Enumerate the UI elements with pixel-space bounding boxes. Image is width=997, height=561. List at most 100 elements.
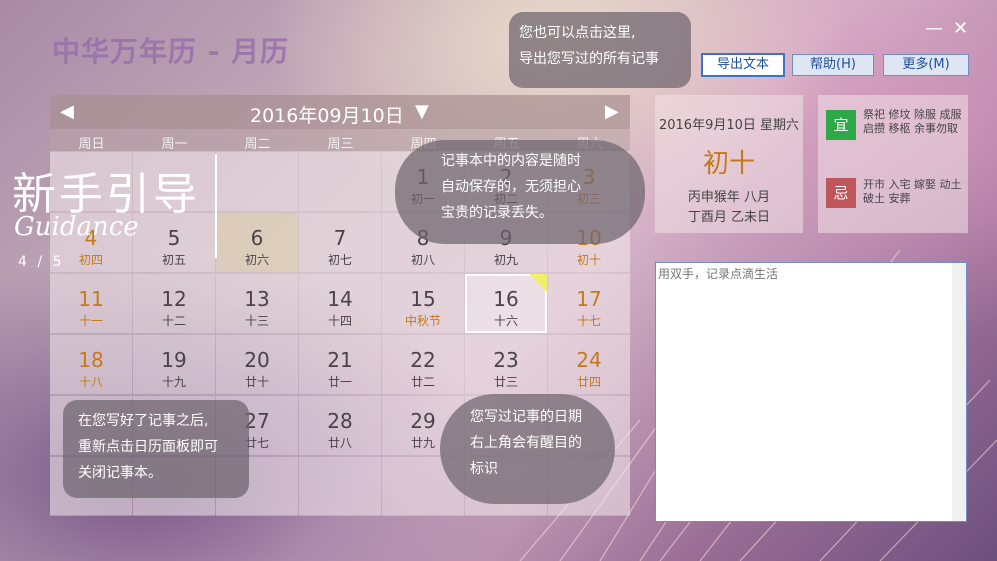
ganzhi-year: 丙申猴年 八月 <box>687 190 771 205</box>
day-cell[interactable] <box>216 152 298 211</box>
close-button[interactable]: ✕ <box>953 18 968 39</box>
day-number: 28 <box>327 409 353 433</box>
lunar-label: 十七 <box>576 314 601 328</box>
next-month-icon[interactable]: ▶ <box>605 101 619 122</box>
day-number: 23 <box>493 348 519 372</box>
day-cell[interactable]: 24 廿四 <box>548 335 630 394</box>
day-number: 11 <box>78 287 104 311</box>
tip-export: 您也可以点击这里, 导出您写过的所有记事 <box>509 12 691 88</box>
day-cell[interactable]: 20 廿十 <box>216 335 298 394</box>
notepad[interactable] <box>655 262 967 522</box>
day-number: 15 <box>410 287 436 311</box>
day-number: 24 <box>576 348 602 372</box>
selected-date: 2016年9月10日 星期六 <box>658 118 800 133</box>
day-number: 17 <box>576 287 602 311</box>
tip-autosave-line: 宝贵的记录丢失。 <box>441 205 553 221</box>
day-number: 13 <box>244 287 270 311</box>
tip-autosave-line: 记事本中的内容是随时 <box>441 153 581 169</box>
tip-close-line: 在您写好了记事之后, <box>78 413 209 429</box>
day-number: 20 <box>244 348 270 372</box>
lunar-label: 廿一 <box>327 375 352 389</box>
day-number: 18 <box>78 348 104 372</box>
prev-month-icon[interactable]: ◀ <box>60 101 74 122</box>
lunar-label: 初八 <box>410 253 435 267</box>
tip-mark: 您写过记事的日期 右上角会有醒目的 标识 <box>440 394 615 504</box>
tip-mark-line: 右上角会有醒目的 <box>470 435 582 451</box>
day-cell[interactable]: 12 十二 <box>133 274 215 333</box>
day-number: 21 <box>327 348 353 372</box>
day-cell[interactable]: 17 十七 <box>548 274 630 333</box>
day-cell[interactable]: 23 廿三 <box>465 335 547 394</box>
day-cell[interactable] <box>299 152 381 211</box>
weekday-label: 周一 <box>161 137 188 152</box>
ji-badge: 忌 <box>826 178 856 208</box>
date-detail-panel: 2016年9月10日 星期六 初十 丙申猴年 八月 丁酉月 乙未日 <box>655 95 803 233</box>
tip-mark-line: 标识 <box>470 461 498 477</box>
tip-close-line: 重新点击日历面板即可 <box>78 439 218 455</box>
day-cell[interactable]: 28 廿八 <box>299 396 381 455</box>
guide-subtitle: Guidance <box>14 212 139 242</box>
day-number: 12 <box>161 287 187 311</box>
day-number: 14 <box>327 287 353 311</box>
tip-close-line: 关闭记事本。 <box>78 465 162 481</box>
day-number: 5 <box>167 226 181 250</box>
tip-autosave: 记事本中的内容是随时 自动保存的，无须担心 宝贵的记录丢失。 <box>395 140 645 244</box>
tip-export-line: 导出您写过的所有记事 <box>519 51 659 67</box>
lunar-label: 中秋节 <box>404 314 441 328</box>
lunar-label: 十一 <box>78 314 103 328</box>
lunar-label: 十四 <box>327 314 352 328</box>
day-cell[interactable]: 13 十三 <box>216 274 298 333</box>
day-number: 19 <box>161 348 187 372</box>
tip-autosave-line: 自动保存的，无须担心 <box>441 179 581 195</box>
day-cell[interactable]: 16 十六 <box>465 274 547 333</box>
lunar-label: 初六 <box>244 253 269 267</box>
day-cell[interactable]: 14 十四 <box>299 274 381 333</box>
day-cell[interactable] <box>299 457 381 516</box>
lunar-label: 初五 <box>161 253 186 267</box>
lunar-label: 初十 <box>576 253 601 267</box>
tip-mark-line: 您写过记事的日期 <box>470 409 582 425</box>
lunar-label: 十六 <box>493 314 518 328</box>
lunar-day: 初十 <box>702 149 755 179</box>
chevron-down-icon[interactable]: ▼ <box>415 101 429 122</box>
export-text-button[interactable]: 导出文本 <box>701 53 785 77</box>
lunar-label: 十九 <box>161 375 186 389</box>
yiji-panel: 宜 祭祀 修坟 除服 成服 启攒 移柩 余事勿取 忌 开市 入宅 嫁娶 动土 破… <box>818 95 968 233</box>
guide-page-indicator: 4 / 5 <box>18 254 65 270</box>
calendar-title: 2016年09月10日 <box>250 105 404 127</box>
tip-export-line: 您也可以点击这里, <box>519 25 636 41</box>
weekday-label: 周日 <box>78 137 105 152</box>
day-cell[interactable]: 6 初六 <box>216 213 298 272</box>
tip-close: 在您写好了记事之后, 重新点击日历面板即可 关闭记事本。 <box>63 400 249 498</box>
lunar-label: 十三 <box>244 314 269 328</box>
yi-badge: 宜 <box>826 110 856 140</box>
day-cell[interactable]: 15 中秋节 <box>382 274 464 333</box>
day-cell[interactable]: 18 十八 <box>50 335 132 394</box>
day-number: 7 <box>333 226 347 250</box>
lunar-label: 廿四 <box>576 375 601 389</box>
ji-text: 开市 入宅 嫁娶 动土 破土 安葬 <box>863 178 962 205</box>
yi-text: 祭祀 修坟 除服 成服 启攒 移柩 余事勿取 <box>863 108 962 135</box>
day-cell[interactable]: 22 廿二 <box>382 335 464 394</box>
weekday-label: 周三 <box>327 137 354 152</box>
guide-divider <box>215 154 217 258</box>
day-cell[interactable]: 19 十九 <box>133 335 215 394</box>
note-input[interactable] <box>656 263 956 519</box>
minimize-button[interactable]: — <box>925 18 943 39</box>
lunar-label: 廿二 <box>410 375 435 389</box>
calendar-header: ◀ 2016年09月10日 ▼ ▶ <box>50 95 630 129</box>
lunar-label: 初七 <box>327 253 352 267</box>
ganzhi-day: 丁酉月 乙未日 <box>687 210 771 225</box>
more-button[interactable]: 更多(M) <box>883 54 969 76</box>
day-number: 6 <box>250 226 264 250</box>
day-number: 22 <box>410 348 436 372</box>
day-cell[interactable]: 7 初七 <box>299 213 381 272</box>
lunar-label: 十二 <box>161 314 186 328</box>
note-scrollbar[interactable] <box>952 263 966 521</box>
lunar-label: 廿三 <box>493 375 518 389</box>
day-cell[interactable]: 11 十一 <box>50 274 132 333</box>
day-cell[interactable]: 21 廿一 <box>299 335 381 394</box>
lunar-label: 廿八 <box>327 436 352 450</box>
help-button[interactable]: 帮助(H) <box>792 54 874 76</box>
weekday-label: 周二 <box>244 137 271 152</box>
